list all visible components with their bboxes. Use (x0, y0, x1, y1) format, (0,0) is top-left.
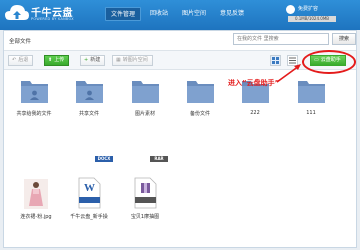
image-thumbnail (24, 179, 48, 209)
file-item-shared-with-me[interactable]: 共享给我的文件 (10, 75, 58, 117)
file-item-dress-image[interactable]: 连衣裙-粉.jpg (12, 179, 60, 220)
search-box (233, 33, 329, 45)
search-button[interactable]: 搜索 (332, 33, 356, 45)
shared-folder-icon (75, 81, 103, 103)
top-header: 千牛云盘 POWERED BY KANBOX 文件管理 回收站 图片空间 意见反… (0, 0, 360, 30)
upload-arrow-icon: ⬆ (48, 57, 53, 63)
file-item-shared-files[interactable]: 共享文件 (65, 75, 113, 117)
storage-usage: 0.1MB/1024.0MB (288, 16, 336, 22)
nav-item-image-space[interactable]: 图片空间 (177, 7, 211, 21)
file-item-image-material[interactable]: 图片素材 (121, 75, 169, 117)
file-item-product-images[interactable]: 宝贝1摩抽图 (121, 177, 169, 220)
back-arrow-icon: ↶ (12, 57, 17, 63)
folder-icon (131, 81, 159, 103)
file-item-newbie-guide[interactable]: W 千牛云盘_新手操 (65, 177, 113, 220)
image-icon: ▦ (116, 57, 121, 63)
svg-text:W: W (84, 182, 95, 194)
folder-icon (186, 81, 214, 103)
user-avatar[interactable] (286, 5, 295, 14)
nav-item-feedback[interactable]: 意见反馈 (215, 7, 249, 21)
nav-item-file-manage[interactable]: 文件管理 (105, 7, 142, 21)
nav-item-recycle[interactable]: 回收站 (145, 7, 173, 21)
main-nav: 文件管理 回收站 图片空间 意见反馈 (105, 7, 253, 21)
plus-icon: + (84, 57, 89, 63)
docx-badge: DOCX (95, 156, 113, 162)
rar-badge: RAR (150, 156, 168, 162)
search-input[interactable] (234, 34, 328, 44)
shared-folder-icon (20, 81, 48, 103)
docx-file-icon: W (78, 177, 101, 209)
rar-file-icon (134, 177, 157, 209)
upload-button[interactable]: ⬆ 上传 (44, 55, 70, 66)
user-name[interactable]: 免费扩容 (298, 5, 318, 12)
app-subtitle: POWERED BY KANBOX (31, 17, 74, 21)
back-button[interactable]: ↶ 后退 (8, 55, 34, 66)
file-item-backup[interactable]: 备份文件 (176, 75, 224, 117)
new-button[interactable]: + 新建 (80, 55, 106, 66)
move-to-image-space-button[interactable]: ▦ 转图片空间 (112, 55, 153, 66)
annotation-arrow-icon (276, 64, 301, 83)
cloud-logo-icon (5, 5, 29, 20)
breadcrumb[interactable]: 全部文件 (9, 37, 31, 45)
highlight-circle (302, 50, 356, 74)
annotation-text: 进入“云盘助手” (228, 79, 280, 87)
